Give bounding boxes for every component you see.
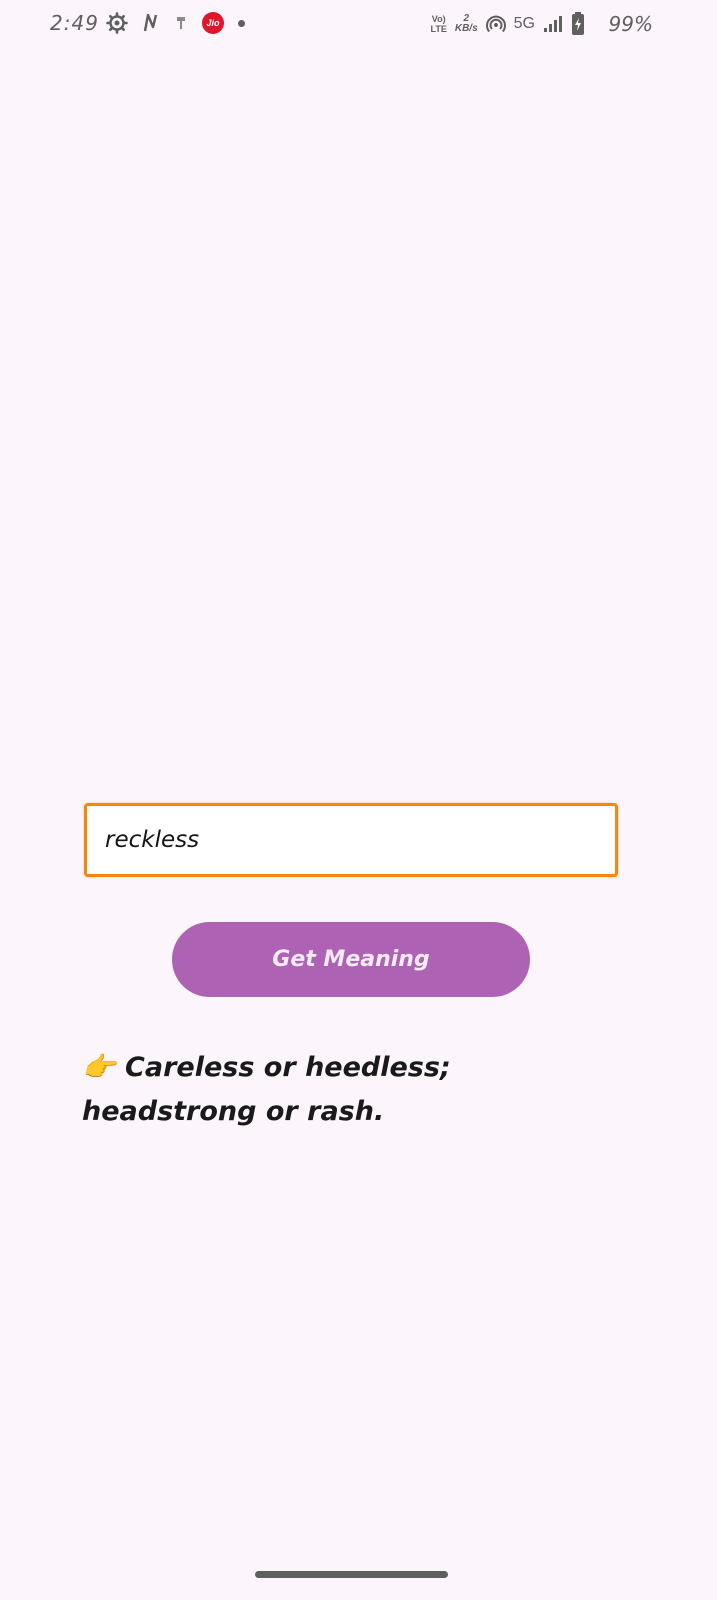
settings-gear-icon bbox=[106, 12, 128, 34]
home-indicator[interactable] bbox=[255, 1571, 448, 1578]
battery-charging-icon bbox=[571, 12, 585, 36]
meaning-text: Careless or heedless; headstrong or rash… bbox=[82, 1052, 451, 1127]
dot-icon bbox=[238, 19, 245, 27]
status-left-icons: Jio bbox=[106, 12, 245, 34]
meaning-result: 👉 Careless or heedless; headstrong or ra… bbox=[82, 1046, 622, 1134]
battery-percent: 99% bbox=[608, 12, 653, 36]
network-type-label: 5G bbox=[513, 15, 535, 32]
pointing-hand-icon: 👉 bbox=[82, 1052, 116, 1083]
status-time: 2:49 bbox=[50, 11, 99, 35]
download-icon bbox=[174, 13, 188, 33]
signal-icon bbox=[543, 15, 563, 33]
word-input[interactable] bbox=[84, 803, 618, 877]
volte-icon: Vo) LTE bbox=[430, 14, 447, 34]
hotspot-icon bbox=[485, 14, 506, 34]
status-bar: 2:49 Jio Vo) LTE 2 KB/s 5G 99% bbox=[0, 0, 717, 52]
jio-icon: Jio bbox=[202, 12, 224, 34]
n-icon bbox=[142, 13, 160, 33]
status-right-icons: Vo) LTE 2 KB/s 5G bbox=[431, 12, 585, 36]
get-meaning-button[interactable]: Get Meaning bbox=[172, 922, 530, 997]
data-rate-indicator: 2 KB/s bbox=[454, 13, 478, 34]
